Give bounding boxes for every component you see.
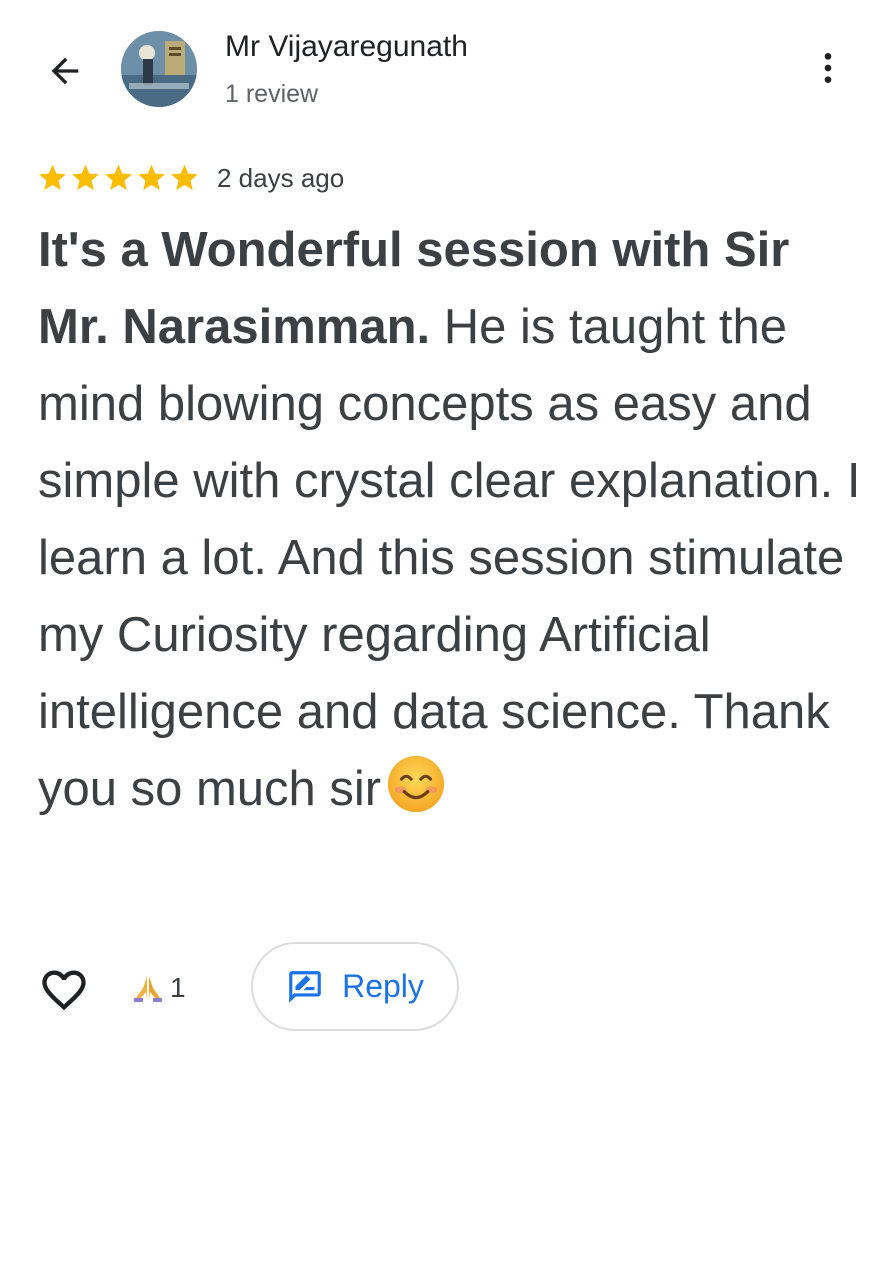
star-icon (72, 164, 99, 190)
reply-label: Reply (342, 968, 424, 1004)
avatar[interactable] (121, 31, 197, 107)
star-icon (39, 164, 66, 190)
back-button[interactable] (38, 44, 92, 98)
reply-button[interactable]: Reply (251, 942, 459, 1031)
star-icon (105, 164, 132, 190)
rate-review-icon (289, 970, 321, 1003)
reaction-summary[interactable]: 1 (130, 970, 186, 1006)
heart-outline-icon (42, 970, 86, 1011)
review-text-body: He is taught the mind blowing concepts a… (38, 300, 861, 816)
star-icon (138, 164, 165, 190)
arrow-back-icon (51, 57, 79, 85)
more-options-button[interactable] (806, 46, 850, 90)
avatar-image (121, 31, 197, 107)
more-vert-icon (824, 53, 832, 83)
reviewer-name[interactable]: Mr Vijayaregunath (225, 30, 468, 64)
review-text: It's a Wonderful session with Sir Mr. Na… (38, 212, 868, 828)
star-icon (171, 164, 198, 190)
review-header: Mr Vijayaregunath 1 review (0, 0, 894, 130)
smiling-face-icon (388, 755, 445, 813)
review-date: 2 days ago (217, 162, 345, 193)
review-count: 1 review (225, 80, 319, 108)
rating-row: 2 days ago (36, 158, 344, 198)
like-button[interactable] (36, 962, 92, 1018)
reaction-count: 1 (170, 972, 186, 1003)
review-actions: 1 Reply (0, 940, 894, 1040)
star-rating (36, 162, 201, 194)
folded-hands-icon (134, 976, 162, 1002)
